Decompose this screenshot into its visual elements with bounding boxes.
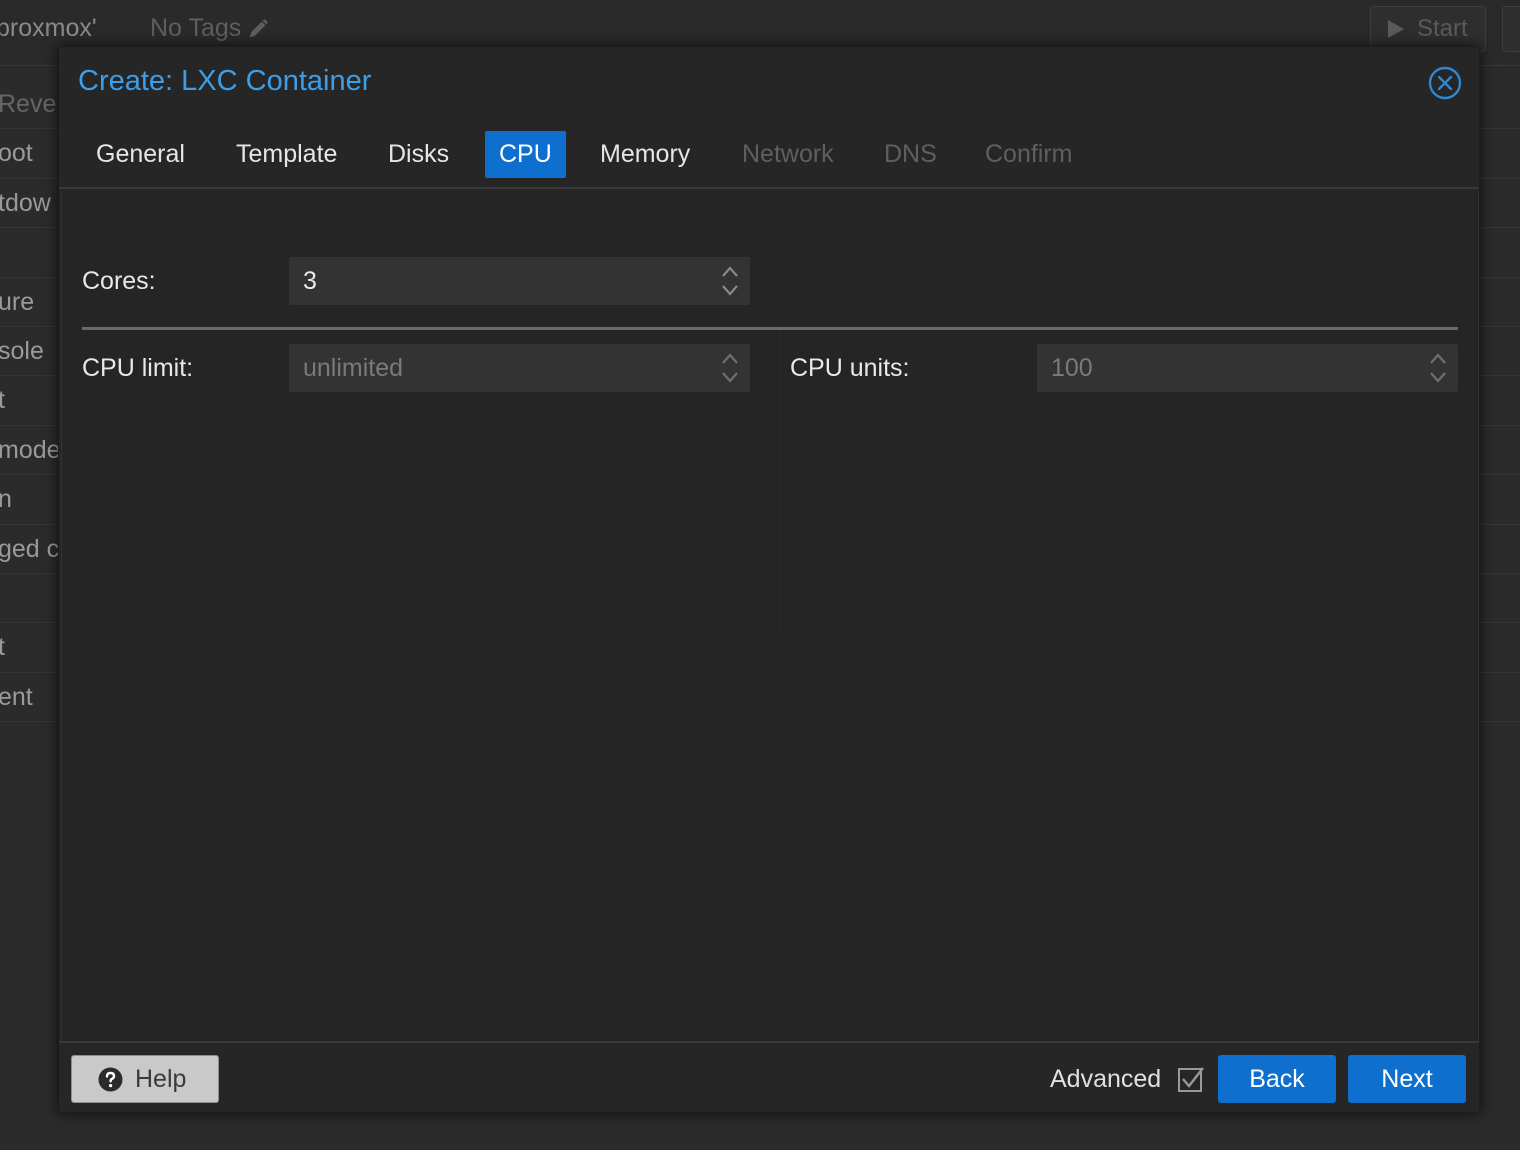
advanced-label: Advanced [1050, 1065, 1162, 1093]
cpu-panel: Cores: CPU limit: CPU units: [61, 191, 1479, 1041]
close-icon [1428, 66, 1462, 100]
cores-input[interactable] [289, 266, 710, 296]
play-icon [1388, 20, 1404, 38]
next-button[interactable]: Next [1348, 1055, 1466, 1103]
start-label: Start [1417, 15, 1468, 42]
cpu-limit-input[interactable] [289, 353, 710, 383]
dialog-footer: Help Advanced Back Next [59, 1041, 1479, 1113]
section-divider [82, 327, 1458, 330]
cpu-units-input[interactable] [1037, 353, 1418, 383]
spinner-arrows-icon [1430, 353, 1446, 383]
tab-memory[interactable]: Memory [586, 131, 704, 178]
spinner-arrows-icon [722, 353, 738, 383]
cpu-limit-spinner[interactable] [710, 344, 750, 392]
pencil-icon [250, 18, 268, 37]
spinner-arrows-icon [722, 266, 738, 296]
background-node-title: proxmox' [0, 14, 97, 42]
tab-disks[interactable]: Disks [374, 131, 463, 178]
back-button[interactable]: Back [1218, 1055, 1336, 1103]
checkbox-checked-icon [1178, 1067, 1204, 1092]
cpu-limit-label: CPU limit: [82, 354, 194, 382]
cpu-limit-field[interactable] [289, 344, 750, 392]
more-button[interactable] [1502, 6, 1520, 52]
cpu-units-label: CPU units: [790, 354, 910, 382]
column-separator [780, 331, 781, 631]
help-button[interactable]: Help [71, 1055, 219, 1103]
cores-field[interactable] [289, 257, 750, 305]
cpu-units-spinner[interactable] [1418, 344, 1458, 392]
tab-general[interactable]: General [82, 131, 199, 178]
tags-label: No Tags [150, 14, 242, 42]
question-circle-icon [98, 1067, 123, 1091]
dialog-title: Create: LXC Container [78, 65, 372, 97]
help-label: Help [135, 1064, 187, 1093]
tab-dns: DNS [884, 140, 937, 168]
tab-cpu[interactable]: CPU [485, 131, 566, 178]
create-container-dialog: Create: LXC Container General Template D… [58, 46, 1480, 1113]
tab-template[interactable]: Template [222, 131, 351, 178]
background-tags[interactable]: No Tags [150, 14, 269, 43]
tab-network: Network [742, 140, 834, 168]
cpu-units-field[interactable] [1037, 344, 1458, 392]
close-button[interactable] [1428, 66, 1462, 100]
dialog-header: Create: LXC Container [59, 47, 1479, 117]
cores-spinner[interactable] [710, 257, 750, 305]
cores-label: Cores: [82, 267, 156, 295]
tab-confirm: Confirm [985, 140, 1073, 168]
wizard-tabs: General Template Disks CPU Memory Networ… [59, 123, 1479, 189]
advanced-checkbox[interactable] [1177, 1065, 1205, 1093]
